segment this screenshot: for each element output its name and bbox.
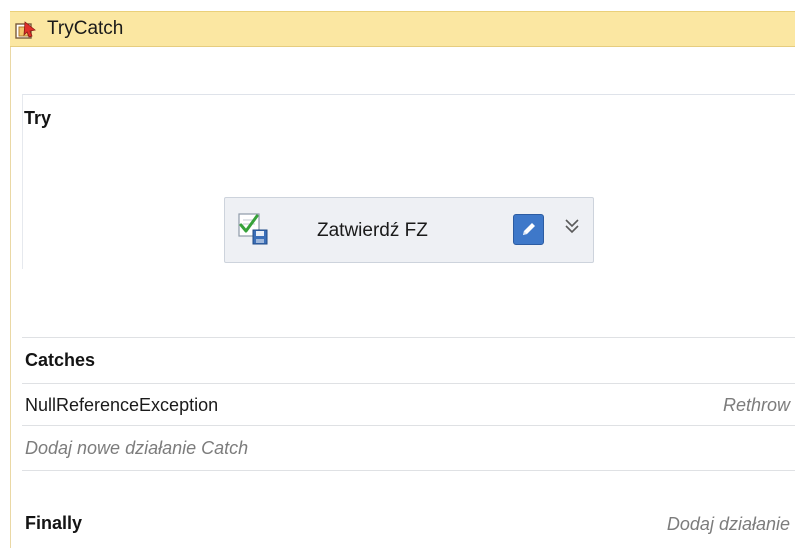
divider [22, 337, 795, 338]
divider [22, 425, 795, 426]
finally-label: Finally [25, 513, 83, 533]
pencil-icon[interactable] [513, 214, 544, 245]
try-label: Try [24, 108, 52, 128]
add-catch-link[interactable]: Dodaj nowe działanie Catch [25, 438, 248, 459]
activity-label: Zatwierdź FZ [317, 220, 428, 241]
catch-exception-type: NullReferenceException [25, 395, 219, 415]
catch-row[interactable]: NullReferenceException Rethrow [22, 384, 795, 424]
divider [22, 470, 795, 471]
add-finally-activity-link[interactable]: Dodaj działanie [667, 514, 790, 535]
trycatch-activity-icon [15, 21, 37, 40]
double-chevron-down-icon[interactable] [557, 212, 587, 242]
catches-label: Catches [25, 350, 96, 370]
approve-save-icon [237, 212, 269, 246]
catch-action-label[interactable]: Rethrow [723, 395, 790, 416]
activity-title: TryCatch [47, 18, 124, 39]
trycatch-header[interactable]: TryCatch [10, 11, 795, 47]
zatwierdz-fz-activity[interactable]: Zatwierdź FZ [224, 197, 594, 263]
